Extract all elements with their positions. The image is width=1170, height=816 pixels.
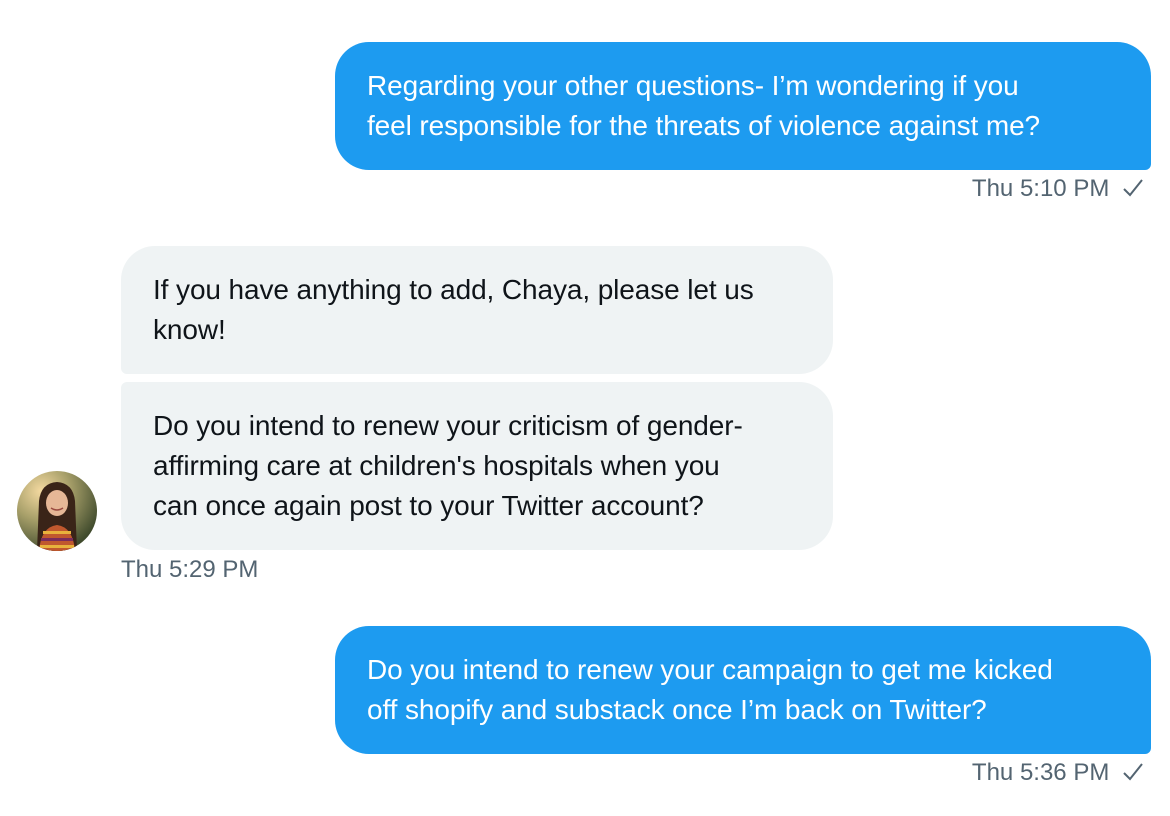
message-timestamp: Thu 5:29 PM: [121, 556, 259, 583]
message-text-line: If you have anything to add, Chaya, plea…: [153, 274, 754, 305]
message-text-line: feel responsible for the threats of viol…: [367, 110, 1041, 141]
message-text-line: Do you intend to renew your criticism of…: [153, 410, 743, 441]
message-text-line: Do you intend to renew your campaign to …: [367, 654, 1053, 685]
message-meta: Thu 5:29 PM: [121, 555, 258, 585]
message-text-line: can once again post to your Twitter acco…: [153, 490, 704, 521]
message-text-line: know!: [153, 314, 226, 345]
dm-thread: Regarding your other questions- I’m wond…: [0, 0, 1170, 816]
message-text-line: Regarding your other questions- I’m wond…: [367, 70, 1019, 101]
message-timestamp: Thu 5:36 PM: [971, 759, 1110, 786]
message-text-line: off shopify and substack once I’m back o…: [367, 694, 987, 725]
message-text-line: affirming care at children's hospitals w…: [153, 450, 720, 481]
received-message[interactable]: If you have anything to add, Chaya, plea…: [121, 246, 833, 374]
sent-message[interactable]: Do you intend to renew your campaign to …: [335, 626, 1151, 754]
sent-message[interactable]: Regarding your other questions- I’m wond…: [335, 42, 1151, 170]
checkmark-icon: [1123, 763, 1143, 781]
message-meta: Thu 5:10 PM: [972, 174, 1144, 204]
avatar-image: [17, 471, 97, 551]
received-message[interactable]: Do you intend to renew your criticism of…: [121, 382, 833, 550]
checkmark-icon: [1123, 179, 1143, 197]
user-avatar[interactable]: [17, 471, 97, 551]
message-meta: Thu 5:36 PM: [972, 758, 1144, 788]
message-timestamp: Thu 5:10 PM: [971, 175, 1110, 202]
